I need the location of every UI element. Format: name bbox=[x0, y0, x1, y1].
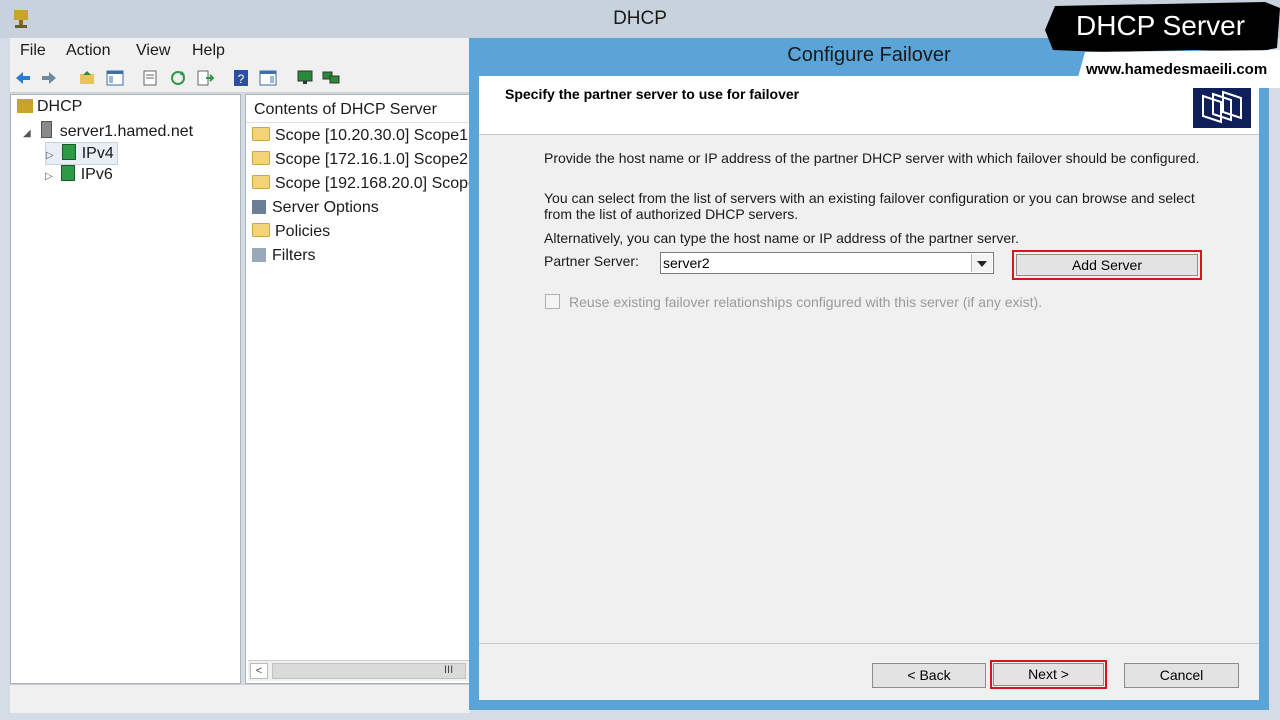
folder-icon bbox=[252, 175, 270, 189]
tree-dhcp-label: DHCP bbox=[37, 98, 83, 115]
export-list-icon[interactable] bbox=[196, 69, 214, 87]
toolbar: ? bbox=[10, 64, 470, 93]
partner-server-label: Partner Server: bbox=[544, 253, 639, 269]
folder-icon bbox=[252, 223, 270, 237]
console-tree: DHCP ◢ server1.hamed.net ▷ IPv4 ▷ IPv6 bbox=[10, 94, 241, 684]
back-arrow-icon[interactable] bbox=[14, 69, 32, 87]
folder-icon bbox=[252, 127, 270, 141]
back-button[interactable]: < Back bbox=[872, 663, 986, 688]
list-item-label: Scope [172.16.1.0] Scope2 bbox=[275, 151, 469, 168]
list-item-label: Policies bbox=[275, 223, 331, 240]
chevron-down-icon[interactable] bbox=[971, 254, 992, 272]
instruction-text-3: Alternatively, you can type the host nam… bbox=[544, 230, 1019, 246]
list-item-label: Filters bbox=[272, 247, 316, 264]
server-options-icon bbox=[252, 200, 266, 214]
banner-url: www.hamedesmaeili.com bbox=[1086, 61, 1268, 78]
collapse-arrow-icon[interactable]: ◢ bbox=[23, 128, 31, 139]
scroll-left-icon[interactable]: < bbox=[250, 663, 268, 679]
list-item[interactable]: Filters bbox=[252, 247, 316, 265]
tree-item-server[interactable]: ◢ server1.hamed.net bbox=[23, 121, 193, 141]
properties-icon[interactable] bbox=[141, 69, 159, 87]
list-item-label: Scope [10.20.30.0] Scope1 bbox=[275, 127, 469, 144]
show-action-pane-icon[interactable] bbox=[259, 69, 277, 87]
banner-title: DHCP Server bbox=[1076, 10, 1246, 41]
help-icon[interactable]: ? bbox=[232, 69, 250, 87]
dialog-body bbox=[479, 76, 1259, 700]
list-item-label: Server Options bbox=[272, 199, 379, 216]
tree-item-ipv6[interactable]: ▷ IPv6 bbox=[45, 165, 113, 184]
tree-server-label: server1.hamed.net bbox=[59, 123, 194, 140]
ipv4-server-icon bbox=[61, 144, 76, 160]
forward-arrow-icon[interactable] bbox=[40, 69, 58, 87]
list-item-label: Scope [192.168.20.0] Scope3 bbox=[275, 175, 472, 192]
server-icon bbox=[40, 121, 52, 138]
list-item[interactable]: Scope [172.16.1.0] Scope2 bbox=[252, 151, 468, 169]
content-header: Contents of DHCP Server bbox=[246, 95, 471, 123]
svg-text:?: ? bbox=[238, 72, 245, 86]
tree-ipv6-label: IPv6 bbox=[80, 166, 113, 183]
menu-action[interactable]: Action bbox=[66, 42, 110, 60]
ipv6-server-icon bbox=[60, 165, 75, 181]
reuse-relationships-checkbox[interactable] bbox=[545, 294, 560, 309]
footer-divider bbox=[479, 643, 1259, 644]
instruction-text-2: You can select from the list of servers … bbox=[544, 190, 1195, 222]
menu-file[interactable]: File bbox=[20, 42, 46, 60]
failover-wizard-icon bbox=[1193, 88, 1251, 128]
show-hide-tree-icon[interactable] bbox=[106, 69, 124, 87]
list-item[interactable]: Server Options bbox=[252, 199, 379, 217]
scroll-thumb[interactable] bbox=[272, 663, 466, 679]
menu-view[interactable]: View bbox=[136, 42, 170, 60]
up-folder-icon[interactable] bbox=[78, 69, 96, 87]
network-monitor-icon[interactable] bbox=[322, 69, 340, 87]
refresh-icon[interactable] bbox=[169, 69, 187, 87]
expand-arrow-icon[interactable]: ▷ bbox=[45, 171, 53, 182]
partner-server-combobox[interactable] bbox=[660, 252, 994, 274]
instruction-text-1: Provide the host name or IP address of t… bbox=[544, 150, 1200, 166]
list-item[interactable]: Scope [192.168.20.0] Scope3 bbox=[252, 175, 472, 193]
content-pane: Contents of DHCP Server Scope [10.20.30.… bbox=[245, 94, 472, 684]
reuse-relationships-label: Reuse existing failover relationships co… bbox=[569, 294, 1043, 310]
monitor-icon[interactable] bbox=[296, 69, 314, 87]
expand-arrow-icon[interactable]: ▷ bbox=[46, 150, 54, 161]
dialog-header-text: Specify the partner server to use for fa… bbox=[505, 86, 800, 102]
list-item[interactable]: Policies bbox=[252, 223, 330, 241]
folder-icon bbox=[252, 151, 270, 165]
cancel-button[interactable]: Cancel bbox=[1124, 663, 1239, 688]
partner-server-input[interactable] bbox=[663, 255, 963, 271]
scroll-grip-label: III bbox=[444, 664, 454, 676]
add-server-button[interactable]: Add Server bbox=[1016, 254, 1198, 276]
status-bar bbox=[10, 684, 470, 713]
dhcp-node-icon bbox=[17, 99, 33, 113]
tree-item-dhcp[interactable]: DHCP bbox=[17, 98, 82, 116]
menu-bar: File Action View Help bbox=[10, 38, 470, 64]
tree-ipv4-label: IPv4 bbox=[81, 145, 114, 162]
list-item[interactable]: Scope [10.20.30.0] Scope1 bbox=[252, 127, 468, 145]
menu-help[interactable]: Help bbox=[192, 42, 225, 60]
tree-item-ipv4[interactable]: ▷ IPv4 bbox=[45, 142, 118, 165]
filters-icon bbox=[252, 248, 266, 262]
horizontal-scrollbar[interactable]: < III bbox=[248, 660, 470, 681]
next-button[interactable]: Next > bbox=[993, 663, 1104, 686]
